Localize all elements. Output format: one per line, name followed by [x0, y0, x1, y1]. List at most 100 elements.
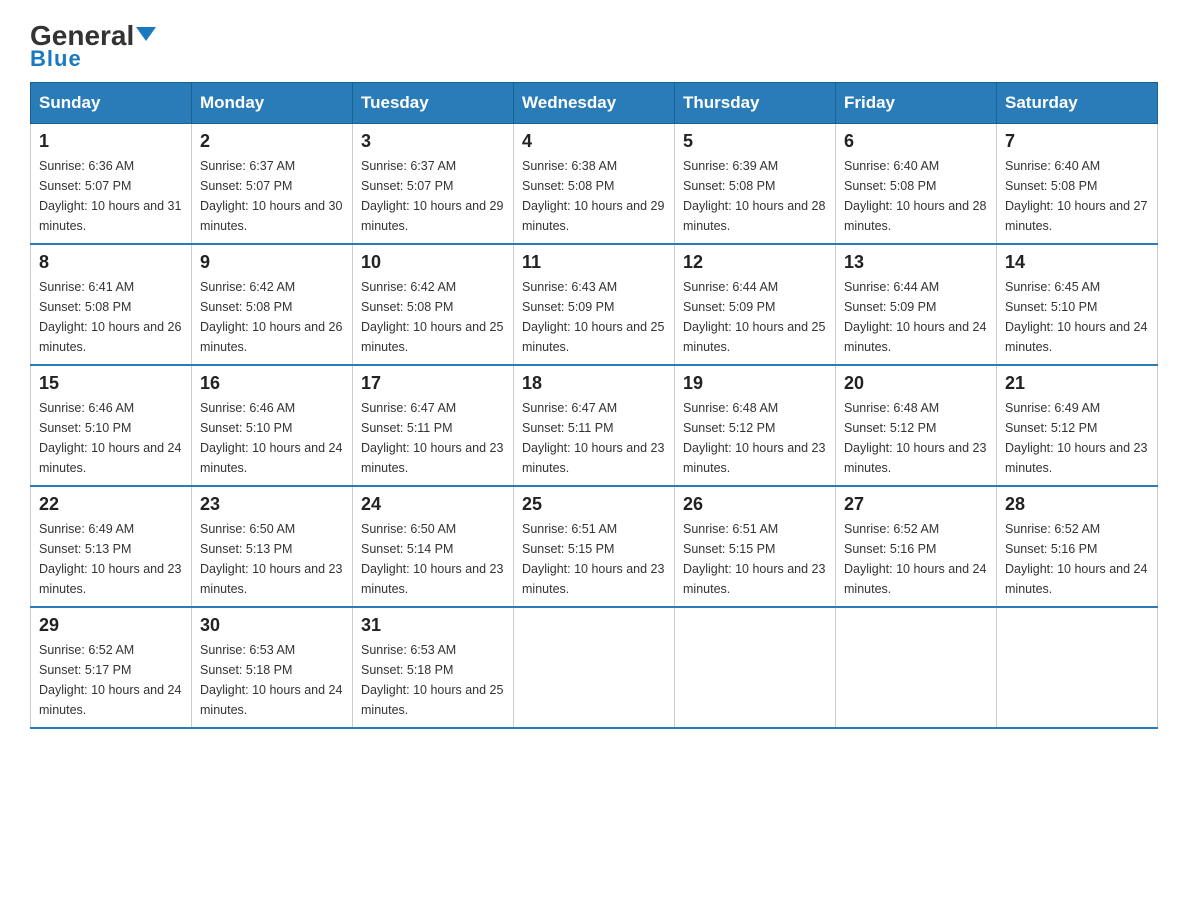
calendar-day-cell: 12 Sunrise: 6:44 AM Sunset: 5:09 PM Dayl…: [675, 244, 836, 365]
day-info: Sunrise: 6:52 AM Sunset: 5:16 PM Dayligh…: [1005, 519, 1149, 599]
day-info: Sunrise: 6:42 AM Sunset: 5:08 PM Dayligh…: [361, 277, 505, 357]
day-number: 25: [522, 494, 666, 515]
weekday-header-tuesday: Tuesday: [353, 83, 514, 124]
weekday-header-thursday: Thursday: [675, 83, 836, 124]
calendar-day-cell: 19 Sunrise: 6:48 AM Sunset: 5:12 PM Dayl…: [675, 365, 836, 486]
day-number: 24: [361, 494, 505, 515]
calendar-week-row: 15 Sunrise: 6:46 AM Sunset: 5:10 PM Dayl…: [31, 365, 1158, 486]
day-number: 1: [39, 131, 183, 152]
day-number: 26: [683, 494, 827, 515]
day-info: Sunrise: 6:46 AM Sunset: 5:10 PM Dayligh…: [200, 398, 344, 478]
day-info: Sunrise: 6:50 AM Sunset: 5:13 PM Dayligh…: [200, 519, 344, 599]
day-number: 14: [1005, 252, 1149, 273]
day-info: Sunrise: 6:49 AM Sunset: 5:13 PM Dayligh…: [39, 519, 183, 599]
calendar-week-row: 29 Sunrise: 6:52 AM Sunset: 5:17 PM Dayl…: [31, 607, 1158, 728]
calendar-day-cell: 17 Sunrise: 6:47 AM Sunset: 5:11 PM Dayl…: [353, 365, 514, 486]
day-number: 12: [683, 252, 827, 273]
calendar-day-cell: 29 Sunrise: 6:52 AM Sunset: 5:17 PM Dayl…: [31, 607, 192, 728]
day-info: Sunrise: 6:53 AM Sunset: 5:18 PM Dayligh…: [200, 640, 344, 720]
day-info: Sunrise: 6:52 AM Sunset: 5:16 PM Dayligh…: [844, 519, 988, 599]
day-info: Sunrise: 6:48 AM Sunset: 5:12 PM Dayligh…: [683, 398, 827, 478]
day-info: Sunrise: 6:43 AM Sunset: 5:09 PM Dayligh…: [522, 277, 666, 357]
calendar-day-cell: 10 Sunrise: 6:42 AM Sunset: 5:08 PM Dayl…: [353, 244, 514, 365]
day-number: 21: [1005, 373, 1149, 394]
calendar-week-row: 8 Sunrise: 6:41 AM Sunset: 5:08 PM Dayli…: [31, 244, 1158, 365]
day-number: 3: [361, 131, 505, 152]
day-info: Sunrise: 6:38 AM Sunset: 5:08 PM Dayligh…: [522, 156, 666, 236]
logo-blue: Blue: [30, 46, 82, 72]
calendar-day-cell: 7 Sunrise: 6:40 AM Sunset: 5:08 PM Dayli…: [997, 124, 1158, 245]
calendar-day-cell: 11 Sunrise: 6:43 AM Sunset: 5:09 PM Dayl…: [514, 244, 675, 365]
day-number: 23: [200, 494, 344, 515]
logo-triangle-icon: [136, 27, 156, 41]
calendar-day-cell: [675, 607, 836, 728]
calendar-day-cell: 25 Sunrise: 6:51 AM Sunset: 5:15 PM Dayl…: [514, 486, 675, 607]
calendar-day-cell: 22 Sunrise: 6:49 AM Sunset: 5:13 PM Dayl…: [31, 486, 192, 607]
day-number: 27: [844, 494, 988, 515]
day-number: 20: [844, 373, 988, 394]
calendar-day-cell: 16 Sunrise: 6:46 AM Sunset: 5:10 PM Dayl…: [192, 365, 353, 486]
weekday-header-wednesday: Wednesday: [514, 83, 675, 124]
calendar-day-cell: 9 Sunrise: 6:42 AM Sunset: 5:08 PM Dayli…: [192, 244, 353, 365]
calendar-day-cell: 15 Sunrise: 6:46 AM Sunset: 5:10 PM Dayl…: [31, 365, 192, 486]
day-number: 29: [39, 615, 183, 636]
calendar-day-cell: 18 Sunrise: 6:47 AM Sunset: 5:11 PM Dayl…: [514, 365, 675, 486]
day-number: 2: [200, 131, 344, 152]
logo: General Blue: [30, 20, 156, 72]
day-info: Sunrise: 6:37 AM Sunset: 5:07 PM Dayligh…: [200, 156, 344, 236]
day-info: Sunrise: 6:40 AM Sunset: 5:08 PM Dayligh…: [844, 156, 988, 236]
calendar-day-cell: 20 Sunrise: 6:48 AM Sunset: 5:12 PM Dayl…: [836, 365, 997, 486]
day-info: Sunrise: 6:47 AM Sunset: 5:11 PM Dayligh…: [522, 398, 666, 478]
calendar-day-cell: 31 Sunrise: 6:53 AM Sunset: 5:18 PM Dayl…: [353, 607, 514, 728]
calendar-table: SundayMondayTuesdayWednesdayThursdayFrid…: [30, 82, 1158, 729]
day-info: Sunrise: 6:40 AM Sunset: 5:08 PM Dayligh…: [1005, 156, 1149, 236]
day-number: 5: [683, 131, 827, 152]
day-info: Sunrise: 6:53 AM Sunset: 5:18 PM Dayligh…: [361, 640, 505, 720]
calendar-day-cell: 26 Sunrise: 6:51 AM Sunset: 5:15 PM Dayl…: [675, 486, 836, 607]
calendar-day-cell: 21 Sunrise: 6:49 AM Sunset: 5:12 PM Dayl…: [997, 365, 1158, 486]
calendar-day-cell: 5 Sunrise: 6:39 AM Sunset: 5:08 PM Dayli…: [675, 124, 836, 245]
calendar-day-cell: 1 Sunrise: 6:36 AM Sunset: 5:07 PM Dayli…: [31, 124, 192, 245]
day-info: Sunrise: 6:52 AM Sunset: 5:17 PM Dayligh…: [39, 640, 183, 720]
calendar-day-cell: 27 Sunrise: 6:52 AM Sunset: 5:16 PM Dayl…: [836, 486, 997, 607]
day-number: 22: [39, 494, 183, 515]
calendar-day-cell: 14 Sunrise: 6:45 AM Sunset: 5:10 PM Dayl…: [997, 244, 1158, 365]
calendar-day-cell: 6 Sunrise: 6:40 AM Sunset: 5:08 PM Dayli…: [836, 124, 997, 245]
calendar-day-cell: 8 Sunrise: 6:41 AM Sunset: 5:08 PM Dayli…: [31, 244, 192, 365]
weekday-header-friday: Friday: [836, 83, 997, 124]
day-number: 4: [522, 131, 666, 152]
calendar-day-cell: 28 Sunrise: 6:52 AM Sunset: 5:16 PM Dayl…: [997, 486, 1158, 607]
day-info: Sunrise: 6:45 AM Sunset: 5:10 PM Dayligh…: [1005, 277, 1149, 357]
day-number: 17: [361, 373, 505, 394]
day-info: Sunrise: 6:37 AM Sunset: 5:07 PM Dayligh…: [361, 156, 505, 236]
calendar-day-cell: 13 Sunrise: 6:44 AM Sunset: 5:09 PM Dayl…: [836, 244, 997, 365]
day-info: Sunrise: 6:41 AM Sunset: 5:08 PM Dayligh…: [39, 277, 183, 357]
day-number: 6: [844, 131, 988, 152]
day-number: 9: [200, 252, 344, 273]
day-number: 30: [200, 615, 344, 636]
day-info: Sunrise: 6:36 AM Sunset: 5:07 PM Dayligh…: [39, 156, 183, 236]
page-header: General Blue: [30, 20, 1158, 72]
day-info: Sunrise: 6:46 AM Sunset: 5:10 PM Dayligh…: [39, 398, 183, 478]
calendar-week-row: 1 Sunrise: 6:36 AM Sunset: 5:07 PM Dayli…: [31, 124, 1158, 245]
day-number: 18: [522, 373, 666, 394]
day-number: 10: [361, 252, 505, 273]
day-number: 11: [522, 252, 666, 273]
day-number: 7: [1005, 131, 1149, 152]
day-info: Sunrise: 6:47 AM Sunset: 5:11 PM Dayligh…: [361, 398, 505, 478]
day-info: Sunrise: 6:44 AM Sunset: 5:09 PM Dayligh…: [683, 277, 827, 357]
day-number: 31: [361, 615, 505, 636]
day-number: 15: [39, 373, 183, 394]
calendar-day-cell: [514, 607, 675, 728]
day-info: Sunrise: 6:44 AM Sunset: 5:09 PM Dayligh…: [844, 277, 988, 357]
day-number: 13: [844, 252, 988, 273]
day-info: Sunrise: 6:49 AM Sunset: 5:12 PM Dayligh…: [1005, 398, 1149, 478]
weekday-header-row: SundayMondayTuesdayWednesdayThursdayFrid…: [31, 83, 1158, 124]
calendar-day-cell: 23 Sunrise: 6:50 AM Sunset: 5:13 PM Dayl…: [192, 486, 353, 607]
day-number: 19: [683, 373, 827, 394]
calendar-day-cell: 4 Sunrise: 6:38 AM Sunset: 5:08 PM Dayli…: [514, 124, 675, 245]
calendar-day-cell: 30 Sunrise: 6:53 AM Sunset: 5:18 PM Dayl…: [192, 607, 353, 728]
day-info: Sunrise: 6:51 AM Sunset: 5:15 PM Dayligh…: [683, 519, 827, 599]
calendar-day-cell: 3 Sunrise: 6:37 AM Sunset: 5:07 PM Dayli…: [353, 124, 514, 245]
weekday-header-sunday: Sunday: [31, 83, 192, 124]
